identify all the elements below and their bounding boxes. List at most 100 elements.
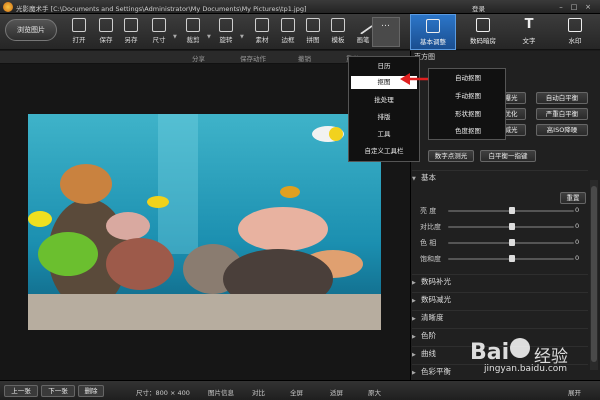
menu-item-layout[interactable]: 排版 bbox=[351, 111, 417, 124]
aquarium-photo bbox=[28, 114, 381, 330]
reset-button[interactable]: 重置 bbox=[560, 192, 586, 204]
section-reduce-light[interactable]: ▶ 数码减光 bbox=[412, 292, 588, 306]
material-icon bbox=[255, 18, 269, 32]
collapse-arrow-icon: ▶ bbox=[412, 334, 416, 340]
collage-label: 拼图 bbox=[306, 36, 320, 44]
tab-basic-adjust-label: 基本调整 bbox=[420, 38, 446, 46]
menu-item-custom-toolbar[interactable]: 自定义工具栏 bbox=[351, 145, 417, 158]
strict-white-balance-button[interactable]: 严重白平衡 bbox=[536, 108, 588, 120]
contrast-slider-knob[interactable] bbox=[509, 223, 515, 230]
section-fill-light-label: 数码补光 bbox=[421, 277, 451, 286]
section-basic-label: 基本 bbox=[421, 173, 436, 182]
tab-watermark-label: 水印 bbox=[568, 37, 582, 45]
open-button[interactable]: 打开 bbox=[66, 17, 92, 47]
brush-icon bbox=[353, 15, 373, 35]
minimize-button[interactable]: – bbox=[556, 2, 566, 12]
border-label: 边框 bbox=[281, 36, 295, 44]
submenu-item-chroma-cutout[interactable]: 色度抠图 bbox=[435, 125, 501, 138]
material-button[interactable]: 素材 bbox=[249, 17, 275, 47]
contrast-label: 对比度 bbox=[420, 223, 441, 231]
brightness-value: 0 bbox=[575, 206, 580, 214]
tab-watermark[interactable]: 水印 bbox=[552, 14, 598, 50]
collapse-arrow-icon: ▶ bbox=[412, 298, 416, 304]
section-reduce-light-label: 数码减光 bbox=[421, 295, 451, 304]
more-tools-button[interactable]: … bbox=[372, 17, 400, 47]
template-button[interactable]: 模板 bbox=[325, 17, 351, 47]
section-levels-label: 色阶 bbox=[421, 331, 436, 340]
hue-slider-knob[interactable] bbox=[509, 239, 515, 246]
browse-images-button[interactable]: 浏览图片 bbox=[5, 19, 57, 41]
crop-button[interactable]: 裁剪 bbox=[180, 17, 206, 47]
delete-button[interactable]: 删除 bbox=[78, 385, 104, 397]
bottom-bar: 上一张 下一张 删除 尺寸：800 × 400 图片信息 对比 全屏 适屏 原大… bbox=[0, 380, 600, 400]
collapse-arrow-icon: ▶ bbox=[412, 352, 416, 358]
border-button[interactable]: 边框 bbox=[275, 17, 301, 47]
resize-dropdown-icon[interactable]: ▼ bbox=[173, 34, 177, 40]
tab-text-label: 文字 bbox=[522, 37, 536, 45]
maximize-button[interactable]: □ bbox=[569, 2, 579, 12]
submenu-item-auto-cutout[interactable]: 自动抠图 bbox=[435, 72, 501, 85]
submenu-item-manual-cutout[interactable]: 手动抠图 bbox=[435, 90, 501, 103]
app-logo-icon bbox=[3, 2, 13, 12]
fit-screen-button[interactable]: 适屏 bbox=[330, 387, 343, 397]
submenu-item-shape-cutout[interactable]: 形状抠图 bbox=[435, 108, 501, 121]
one-key-white-balance-button[interactable]: 白平衡一指键 bbox=[480, 150, 536, 162]
menu-item-tools[interactable]: 工具 bbox=[351, 128, 417, 141]
save-button[interactable]: 保存 bbox=[93, 17, 119, 47]
fullscreen-button[interactable]: 全屏 bbox=[290, 387, 303, 397]
aquarium-image bbox=[28, 114, 381, 330]
compare-button[interactable]: 对比 bbox=[252, 387, 265, 397]
collapse-arrow-icon: ▶ bbox=[412, 316, 416, 322]
section-fill-light[interactable]: ▶ 数码补光 bbox=[412, 274, 588, 288]
undo-button[interactable]: 撤销 bbox=[298, 53, 311, 63]
brightness-slider-knob[interactable] bbox=[509, 207, 515, 214]
disk-icon bbox=[99, 18, 113, 32]
collage-button[interactable]: 拼图 bbox=[300, 17, 326, 47]
watermark-icon bbox=[568, 18, 582, 32]
section-color-balance-label: 色彩平衡 bbox=[421, 367, 451, 376]
contrast-value: 0 bbox=[575, 222, 580, 230]
adjust-icon bbox=[426, 19, 440, 33]
high-iso-denoise-button[interactable]: 高ISO降噪 bbox=[536, 124, 588, 136]
save-action-button[interactable]: 保存动作 bbox=[240, 53, 266, 63]
crop-dropdown-icon[interactable]: ▼ bbox=[207, 34, 211, 40]
brightness-label: 亮 度 bbox=[420, 207, 437, 215]
resize-button[interactable]: 尺寸 bbox=[146, 17, 172, 47]
main-toolbar: 浏览图片 打开 保存 另存 尺寸 ▼ 裁剪 ▼ 旋转 ▼ 素材 边框 拼图 模板… bbox=[0, 14, 600, 50]
crop-icon bbox=[186, 18, 200, 32]
tab-darkroom[interactable]: 数码暗房 bbox=[460, 14, 506, 50]
open-label: 打开 bbox=[72, 36, 86, 44]
red-arrow-icon bbox=[400, 73, 430, 85]
expand-arrow-icon: ▼ bbox=[412, 176, 416, 182]
close-button[interactable]: × bbox=[583, 2, 593, 12]
share-button[interactable]: 分享 bbox=[192, 53, 205, 63]
original-size-button[interactable]: 原大 bbox=[368, 387, 381, 397]
save-as-button[interactable]: 另存 bbox=[118, 17, 144, 47]
login-link[interactable]: 登录 bbox=[472, 3, 485, 13]
prev-image-button[interactable]: 上一张 bbox=[4, 385, 38, 397]
rotate-dropdown-icon[interactable]: ▼ bbox=[240, 34, 244, 40]
section-clarity[interactable]: ▶ 清晰度 bbox=[412, 310, 588, 324]
panel-scrollbar-thumb[interactable] bbox=[591, 186, 597, 362]
section-curves-label: 曲线 bbox=[421, 349, 436, 358]
save-as-icon bbox=[124, 18, 138, 32]
saturation-slider-knob[interactable] bbox=[509, 255, 515, 262]
histogram-title: 直方图 bbox=[414, 53, 435, 61]
hue-value: 0 bbox=[575, 238, 580, 246]
more-icon: … bbox=[381, 19, 391, 29]
watermark-brand: Bai bbox=[470, 340, 510, 365]
menu-item-batch[interactable]: 批处理 bbox=[351, 94, 417, 107]
tab-darkroom-label: 数码暗房 bbox=[470, 37, 496, 45]
expand-button[interactable]: 展开 bbox=[568, 387, 581, 397]
title-bar: 光影魔术手 [C:\Documents and Settings\Adminis… bbox=[0, 0, 600, 14]
spot-metering-button[interactable]: 数字点测光 bbox=[428, 150, 474, 162]
tab-text[interactable]: T 文字 bbox=[506, 14, 552, 50]
rotate-button[interactable]: 旋转 bbox=[213, 17, 239, 47]
tab-basic-adjust[interactable]: 基本调整 bbox=[410, 14, 456, 50]
auto-white-balance-button[interactable]: 自动白平衡 bbox=[536, 92, 588, 104]
watermark-url: jingyan.baidu.com bbox=[484, 364, 568, 374]
camera-icon bbox=[476, 18, 490, 32]
image-info-button[interactable]: 图片信息 bbox=[208, 387, 234, 397]
section-basic[interactable]: ▼ 基本 bbox=[412, 170, 588, 184]
next-image-button[interactable]: 下一张 bbox=[41, 385, 75, 397]
